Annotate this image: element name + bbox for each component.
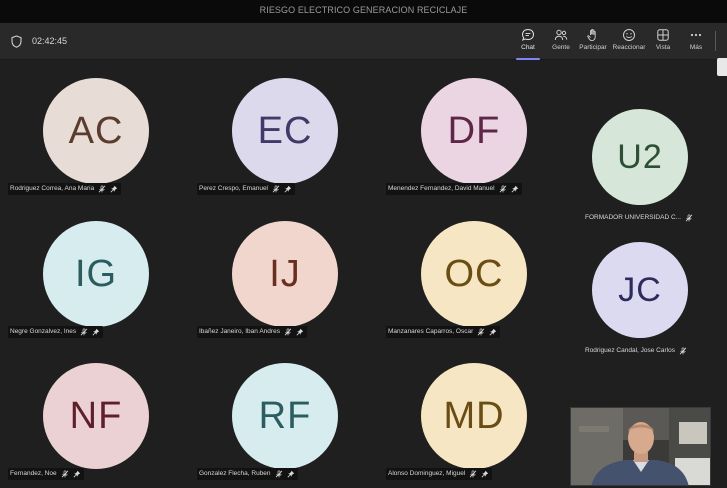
side-panel-handle[interactable] bbox=[717, 58, 727, 76]
participant-initials: OC bbox=[444, 252, 504, 295]
participant-nameplate: Negre Gonzalvez, Ines bbox=[8, 326, 104, 338]
self-video-preview[interactable] bbox=[570, 407, 711, 486]
participant-initials: DF bbox=[447, 109, 501, 152]
participant-nameplate: Menendez Fernandez, David Manuel bbox=[386, 183, 522, 195]
emoji-icon bbox=[623, 29, 635, 41]
participant-initials: AC bbox=[68, 109, 124, 152]
participant-nameplate: Ibañez Janeiro, Iban Andres bbox=[197, 326, 307, 338]
mic-muted-icon bbox=[685, 214, 693, 222]
participant-nameplate: Perez Crespo, Emanuel bbox=[197, 183, 296, 195]
participant-avatar[interactable]: U2 bbox=[592, 109, 688, 205]
participant-avatar[interactable]: OC bbox=[421, 221, 527, 327]
pin-icon[interactable] bbox=[73, 470, 81, 478]
mic-muted-icon bbox=[284, 328, 292, 336]
pin-icon[interactable] bbox=[92, 328, 100, 336]
people-icon bbox=[554, 29, 568, 41]
mic-muted-icon bbox=[80, 328, 88, 336]
participant-avatar[interactable]: RF bbox=[232, 363, 338, 469]
participant-avatar[interactable]: IG bbox=[43, 221, 149, 327]
participant-nameplate: FORMADOR UNIVERSIDAD C... bbox=[583, 212, 696, 224]
participant-avatar[interactable]: DF bbox=[421, 78, 527, 184]
participant-name: Manzanares Caparros, Oscar bbox=[388, 328, 474, 335]
participant-initials: EC bbox=[257, 109, 313, 152]
pin-icon[interactable] bbox=[511, 185, 519, 193]
shield-icon bbox=[11, 35, 22, 48]
raise-hand-button[interactable]: Participar bbox=[578, 26, 608, 58]
participant-nameplate: Alonso Dominguez, Miguel bbox=[386, 468, 493, 480]
people-label: Gente bbox=[552, 44, 570, 51]
people-button[interactable]: Gente bbox=[548, 26, 574, 58]
participant-initials: IG bbox=[74, 252, 118, 295]
participant-name: Rodriguez Candal, Jose Carlos bbox=[585, 347, 675, 354]
participant-name: Menendez Fernandez, David Manuel bbox=[388, 185, 495, 192]
pin-icon[interactable] bbox=[284, 185, 292, 193]
participant-name: Ibañez Janeiro, Iban Andres bbox=[199, 328, 280, 335]
view-label: Vista bbox=[655, 44, 671, 51]
mic-muted-icon bbox=[61, 470, 69, 478]
pin-icon[interactable] bbox=[489, 328, 497, 336]
pin-icon[interactable] bbox=[296, 328, 304, 336]
participant-initials: U2 bbox=[617, 137, 663, 176]
chat-icon bbox=[521, 28, 535, 41]
participant-avatar[interactable]: MD bbox=[421, 363, 527, 469]
participant-name: Alonso Dominguez, Miguel bbox=[388, 470, 466, 477]
mic-muted-icon bbox=[477, 328, 485, 336]
more-button[interactable]: Más bbox=[683, 26, 709, 58]
react-button[interactable]: Reaccionar bbox=[612, 26, 646, 58]
mic-muted-icon bbox=[275, 470, 283, 478]
react-label: Reaccionar bbox=[612, 44, 646, 51]
chat-button[interactable]: Chat bbox=[514, 26, 542, 60]
participant-nameplate: Gonzalez Flecha, Ruben bbox=[197, 468, 298, 480]
participant-initials: JC bbox=[618, 270, 662, 309]
teams-meeting-window: RIESGO ELECTRICO GENERACION RECICLAJE 02… bbox=[0, 0, 727, 488]
title-bar: RIESGO ELECTRICO GENERACION RECICLAJE bbox=[0, 0, 727, 23]
more-label: Más bbox=[689, 44, 703, 51]
meeting-timer: 02:42:45 bbox=[32, 36, 68, 46]
participant-nameplate: Rodriguez Correa, Ana Maria bbox=[8, 183, 122, 195]
participant-name: Negre Gonzalvez, Ines bbox=[10, 328, 77, 335]
participant-nameplate: Manzanares Caparros, Oscar bbox=[386, 326, 501, 338]
participant-avatar[interactable]: NF bbox=[43, 363, 149, 469]
participant-initials: NF bbox=[69, 394, 123, 437]
mic-muted-icon bbox=[98, 185, 106, 193]
pin-icon[interactable] bbox=[110, 185, 118, 193]
mic-muted-icon bbox=[272, 185, 280, 193]
participant-initials: RF bbox=[258, 394, 312, 437]
participant-name: Gonzalez Flecha, Ruben bbox=[199, 470, 271, 477]
participant-avatar[interactable]: EC bbox=[232, 78, 338, 184]
chat-label: Chat bbox=[521, 44, 535, 51]
meeting-title: RIESGO ELECTRICO GENERACION RECICLAJE bbox=[259, 5, 468, 15]
more-icon bbox=[690, 33, 702, 37]
participant-name: Perez Crespo, Emanuel bbox=[199, 185, 269, 192]
mic-muted-icon bbox=[499, 185, 507, 193]
pin-icon[interactable] bbox=[287, 470, 295, 478]
view-button[interactable]: Vista bbox=[650, 26, 676, 58]
participant-nameplate: Rodriguez Candal, Jose Carlos bbox=[583, 345, 690, 357]
participant-initials: MD bbox=[443, 394, 505, 437]
participant-avatar[interactable]: JC bbox=[592, 242, 688, 338]
participant-avatar[interactable]: AC bbox=[43, 78, 149, 184]
participant-name: Rodriguez Correa, Ana Maria bbox=[10, 185, 95, 192]
toolbar-divider bbox=[715, 31, 716, 51]
hand-icon bbox=[587, 28, 596, 42]
mic-muted-icon bbox=[469, 470, 477, 478]
participant-avatar[interactable]: IJ bbox=[232, 221, 338, 327]
grid-view-icon bbox=[657, 29, 669, 41]
meeting-toolbar: 02:42:45 Chat Gente Participar Reacciona… bbox=[0, 23, 727, 60]
participant-nameplate: Fernandez, Noe bbox=[8, 468, 84, 480]
mic-muted-icon bbox=[679, 347, 687, 355]
participant-name: Fernandez, Noe bbox=[10, 470, 57, 477]
self-video-image bbox=[571, 408, 710, 485]
participant-name: FORMADOR UNIVERSIDAD C... bbox=[585, 214, 682, 221]
participant-initials: IJ bbox=[269, 252, 301, 295]
raise-hand-label: Participar bbox=[579, 44, 607, 51]
pin-icon[interactable] bbox=[481, 470, 489, 478]
